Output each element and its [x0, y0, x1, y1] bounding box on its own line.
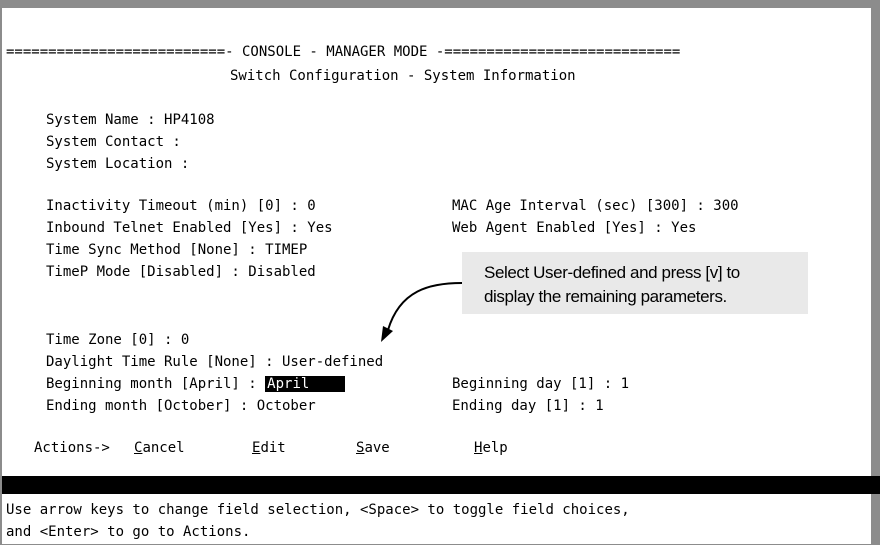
- edit-label: dit: [260, 440, 286, 456]
- cancel-action[interactable]: Cancel: [134, 440, 185, 456]
- beginning-month-field[interactable]: Beginning month [April] : April: [46, 376, 346, 392]
- help-label: elp: [482, 440, 508, 456]
- beginning-month-label: Beginning month [April] :: [46, 376, 266, 392]
- daylight-time-rule-field[interactable]: Daylight Time Rule [None] : User-defined: [46, 354, 383, 370]
- save-label: ave: [364, 440, 390, 456]
- ending-month-field[interactable]: Ending month [October] : October: [46, 398, 316, 414]
- cancel-label: ancel: [142, 440, 185, 456]
- help-action[interactable]: Help: [474, 440, 508, 456]
- help-line-1: Use arrow keys to change field selection…: [6, 502, 630, 518]
- actions-label: Actions->: [34, 440, 110, 456]
- ending-day-field[interactable]: Ending day [1] : 1: [452, 398, 604, 414]
- time-zone-field[interactable]: Time Zone [0] : 0: [46, 332, 189, 348]
- beginning-day-field[interactable]: Beginning day [1] : 1: [452, 376, 629, 392]
- help-line-2: and <Enter> to go to Actions.: [6, 524, 251, 540]
- status-bar: [2, 476, 880, 494]
- beginning-month-value[interactable]: April: [265, 376, 346, 392]
- callout-arrow-icon: [381, 282, 463, 342]
- save-action[interactable]: Save: [356, 440, 390, 456]
- edit-action[interactable]: Edit: [252, 440, 286, 456]
